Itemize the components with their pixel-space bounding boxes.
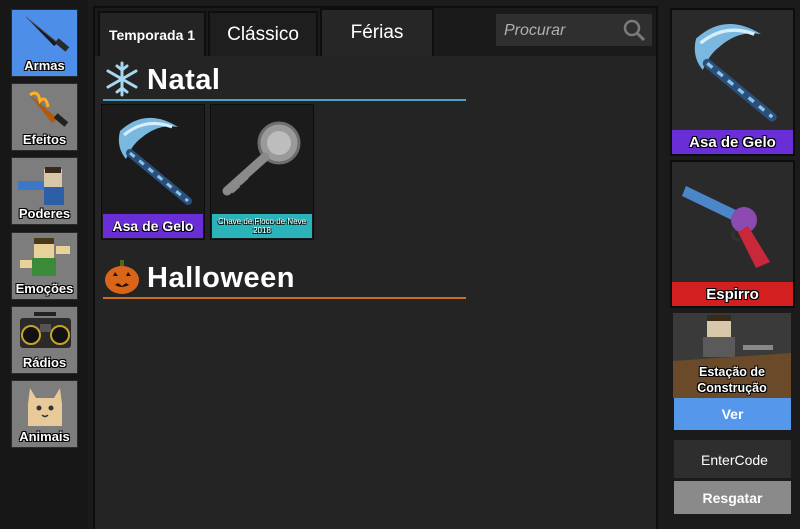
search-icon[interactable] [622, 18, 646, 42]
sidebar-item-label: Poderes [18, 206, 71, 221]
sidebar-item-label: Rádios [22, 355, 67, 370]
resgatar-button[interactable]: Resgatar [674, 481, 791, 514]
revolver-icon [682, 186, 770, 268]
ice-scythe-icon [118, 117, 192, 205]
sidebar-item-label: Armas [24, 58, 65, 73]
tab-classico[interactable]: Clássico [208, 11, 318, 56]
category-sidebar: Armas Efeitos Poderes Emoções Rádios Ani… [0, 0, 88, 529]
sidebar-item-label: Efeitos [22, 132, 67, 147]
search-input[interactable] [502, 18, 616, 44]
cat-pet-icon [28, 388, 62, 426]
section-title: Halloween [147, 262, 295, 294]
power-character-icon [18, 167, 64, 205]
search-box [496, 14, 652, 46]
crafting-station-title: Estação de Construção [697, 365, 767, 395]
section-divider [103, 297, 466, 299]
item-card-chave-de-floco-de-neve[interactable]: Chave de Floco de Neve 2018 [210, 104, 314, 240]
code-input[interactable] [674, 440, 795, 480]
sidebar-item-label: Animais [19, 429, 70, 444]
ver-button[interactable]: Ver [674, 398, 791, 430]
item-card-asa-de-gelo[interactable]: Asa de Gelo [101, 104, 205, 240]
knife-icon [25, 16, 70, 52]
section-title: Natal [147, 64, 221, 96]
crafting-station-card: Estação de Construção [673, 313, 791, 398]
equipped-gun-slot[interactable]: Espirro [670, 160, 795, 308]
sidebar-item-radios[interactable]: Rádios [11, 306, 78, 374]
equipped-item-name: Espirro [672, 282, 793, 306]
tab-ferias[interactable]: Férias [320, 8, 434, 56]
tab-bar: Temporada 1 Clássico Férias [95, 8, 656, 56]
sidebar-item-poderes[interactable]: Poderes [11, 157, 78, 225]
equipped-panel: Asa de Gelo Espirro Estação de Construçã… [665, 0, 800, 529]
sidebar-item-armas[interactable]: Armas [11, 9, 78, 77]
sidebar-item-label: Emoções [15, 281, 74, 296]
emote-character-icon [20, 238, 70, 276]
sidebar-item-efeitos[interactable]: Efeitos [11, 83, 78, 151]
item-name: Chave de Floco de Neve 2018 [212, 214, 312, 238]
code-field [674, 440, 795, 480]
boombox-icon [20, 312, 71, 348]
section-divider [103, 99, 466, 101]
sidebar-item-emocoes[interactable]: Emoções [11, 232, 78, 300]
item-name: Asa de Gelo [103, 214, 203, 238]
pumpkin-icon [105, 260, 139, 294]
inventory-panel: Temporada 1 Clássico Férias Natal [93, 6, 658, 529]
snowflake-key-icon [222, 121, 301, 196]
equipped-knife-slot[interactable]: Asa de Gelo [670, 8, 795, 156]
tab-temporada-1[interactable]: Temporada 1 [98, 11, 206, 56]
flame-knife-icon [28, 91, 69, 127]
ice-scythe-icon [694, 23, 777, 122]
snowflake-icon [106, 61, 138, 97]
sidebar-item-animais[interactable]: Animais [11, 380, 78, 448]
equipped-item-name: Asa de Gelo [672, 130, 793, 154]
